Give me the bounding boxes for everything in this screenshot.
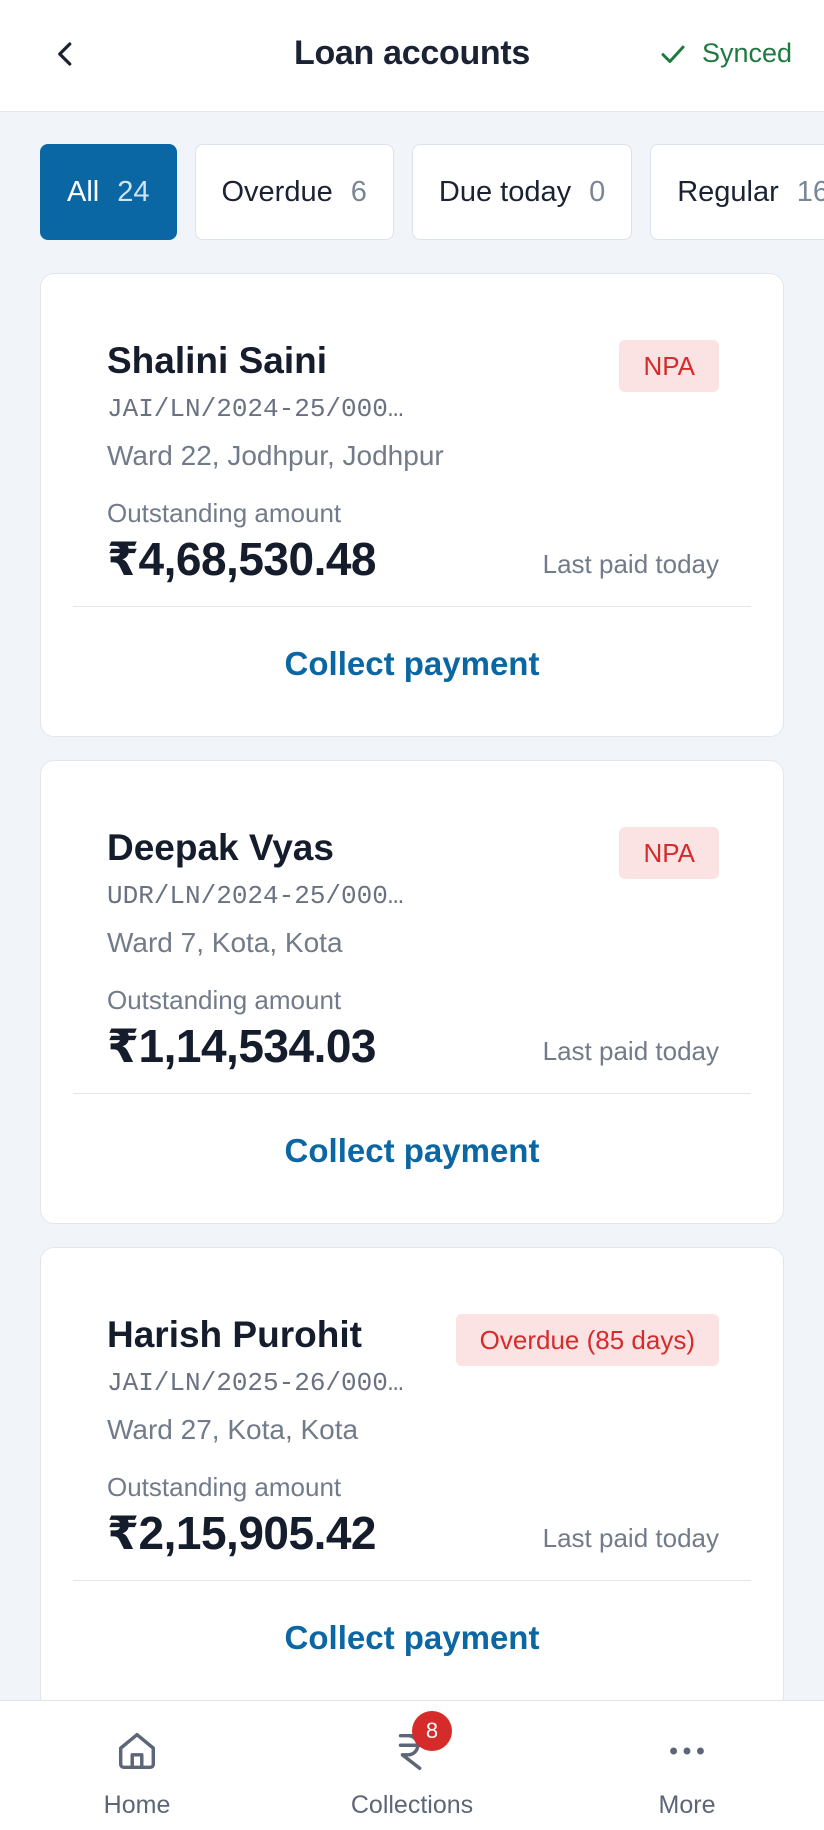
outstanding-label: Outstanding amount bbox=[107, 498, 342, 528]
nav-label: More bbox=[658, 1791, 716, 1819]
chevron-left-icon bbox=[58, 42, 72, 66]
bottom-navigation: Home 8 Collections More bbox=[0, 1700, 824, 1830]
loan-card[interactable]: Harish Purohit Overdue (85 days) JAI/LN/… bbox=[40, 1247, 784, 1711]
filter-chip-due-today[interactable]: Due today 0 bbox=[411, 144, 633, 240]
back-button[interactable] bbox=[44, 32, 88, 76]
last-paid: Last paid today bbox=[542, 549, 719, 579]
app-screen: Loan accounts Synced All 24 Overdue 6 Du… bbox=[0, 0, 824, 1830]
filter-chip-count: 16 bbox=[796, 175, 824, 208]
account-number: JAI/LN/2024-25/000022 bbox=[107, 394, 417, 424]
card-divider bbox=[73, 606, 751, 607]
last-paid: Last paid today bbox=[542, 1523, 719, 1553]
filter-chip-overdue[interactable]: Overdue 6 bbox=[194, 144, 394, 240]
filter-chip-regular[interactable]: Regular 16 bbox=[650, 144, 824, 240]
borrower-name: Deepak Vyas bbox=[107, 827, 334, 868]
nav-item-collections[interactable]: 8 Collections bbox=[302, 1701, 522, 1830]
borrower-location: Ward 22, Jodhpur, Jodhpur bbox=[107, 440, 444, 471]
nav-label: Home bbox=[103, 1791, 171, 1819]
nav-item-more[interactable]: More bbox=[577, 1701, 797, 1830]
more-horizontal-icon bbox=[657, 1725, 717, 1777]
filter-chip-label: All bbox=[67, 175, 100, 208]
nav-label: Collections bbox=[350, 1791, 474, 1819]
status-badge: Overdue (85 days) bbox=[455, 1314, 719, 1366]
filter-chip-count: 24 bbox=[117, 175, 150, 208]
borrower-name: Harish Purohit bbox=[107, 1314, 362, 1355]
filter-chips: All 24 Overdue 6 Due today 0 Regular 16 bbox=[40, 144, 824, 240]
collect-payment-button[interactable]: Collect payment bbox=[41, 624, 783, 704]
outstanding-amount: ₹2,15,905.42 bbox=[107, 1507, 377, 1559]
card-divider bbox=[73, 1093, 751, 1094]
outstanding-label: Outstanding amount bbox=[107, 985, 342, 1015]
account-number: JAI/LN/2025-26/000… bbox=[107, 1368, 404, 1398]
filter-chip-count: 0 bbox=[589, 175, 606, 208]
sync-status-label: Synced bbox=[701, 38, 792, 68]
outstanding-label: Outstanding amount bbox=[107, 1472, 342, 1502]
sync-status: Synced bbox=[658, 38, 792, 69]
filter-chip-all[interactable]: All 24 bbox=[40, 144, 177, 240]
last-paid: Last paid today bbox=[542, 1036, 719, 1066]
collect-payment-button[interactable]: Collect payment bbox=[41, 1598, 783, 1678]
account-number: UDR/LN/2024-25/000007 bbox=[107, 881, 417, 911]
borrower-location: Ward 27, Kota, Kota bbox=[107, 1414, 359, 1445]
notification-badge: 8 bbox=[412, 1711, 452, 1751]
top-app-bar: Loan accounts Synced bbox=[0, 0, 824, 112]
filter-chip-label: Regular bbox=[677, 175, 779, 208]
outstanding-amount: ₹1,14,534.03 bbox=[107, 1020, 377, 1072]
rupee-icon: 8 bbox=[382, 1711, 452, 1777]
outstanding-amount: ₹4,68,530.48 bbox=[107, 533, 377, 585]
filter-chip-count: 6 bbox=[350, 175, 367, 208]
borrower-name: Shalini Saini bbox=[107, 340, 327, 381]
status-badge: NPA bbox=[619, 340, 719, 392]
loan-card[interactable]: Shalini Saini NPA JAI/LN/2024-25/000022 … bbox=[40, 273, 784, 737]
filter-chip-label: Due today bbox=[438, 175, 572, 208]
filter-chip-label: Overdue bbox=[221, 175, 333, 208]
home-icon bbox=[107, 1725, 167, 1777]
check-icon bbox=[661, 45, 685, 63]
loan-card[interactable]: Deepak Vyas NPA UDR/LN/2024-25/000007 Wa… bbox=[40, 760, 784, 1224]
borrower-location: Ward 7, Kota, Kota bbox=[107, 927, 343, 958]
status-badge: NPA bbox=[619, 827, 719, 879]
collect-payment-button[interactable]: Collect payment bbox=[41, 1111, 783, 1191]
card-divider bbox=[73, 1580, 751, 1581]
nav-item-home[interactable]: Home bbox=[27, 1701, 247, 1830]
